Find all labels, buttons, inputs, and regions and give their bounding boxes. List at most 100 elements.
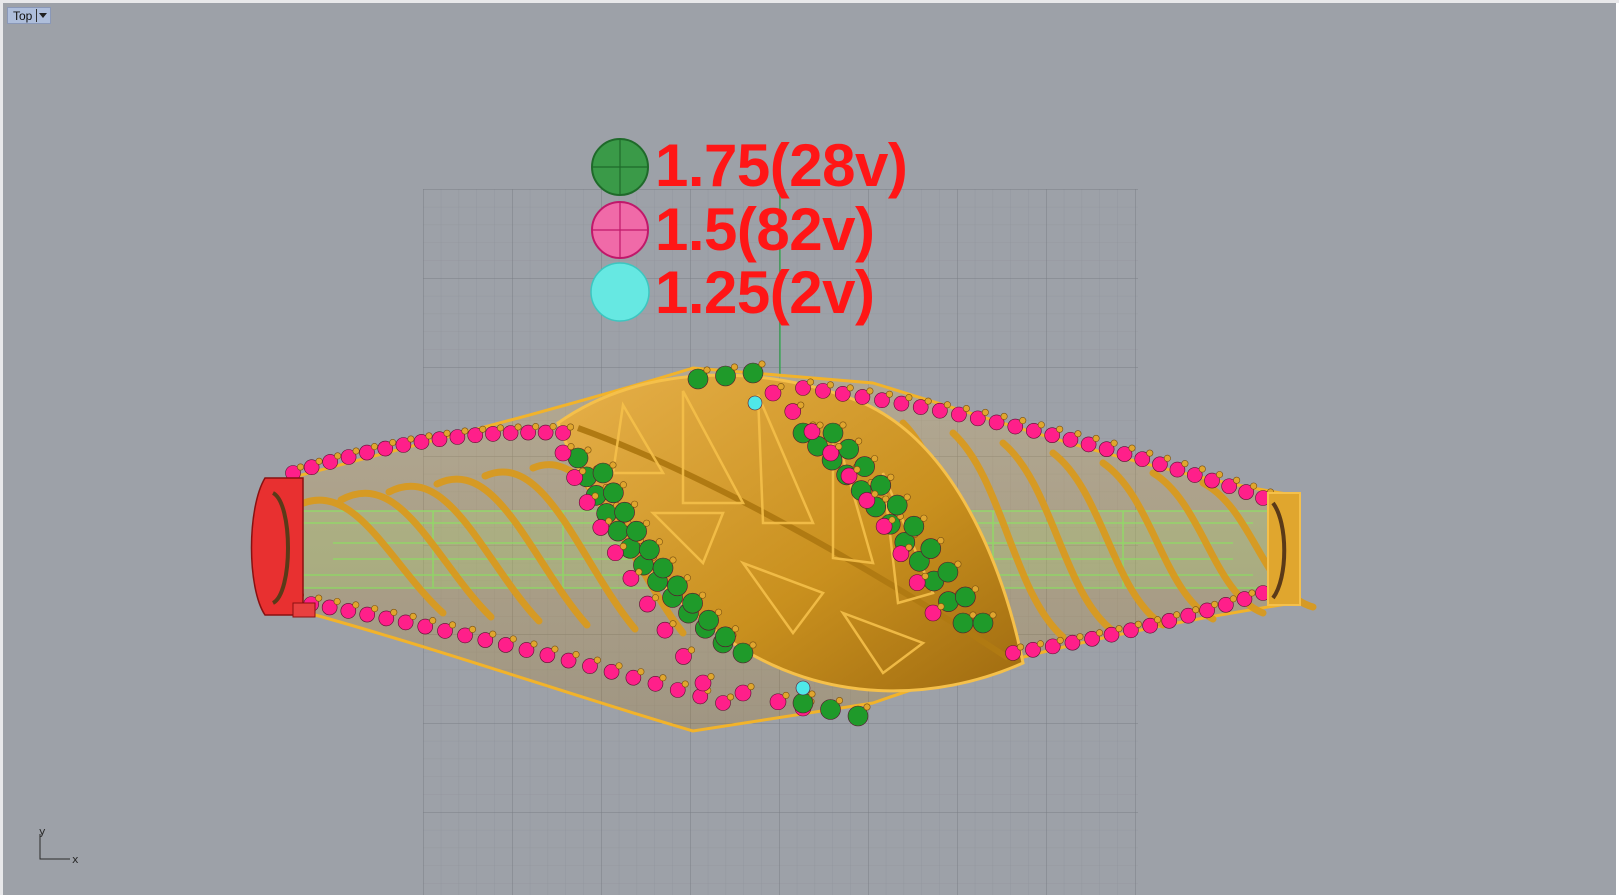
- prong: [584, 446, 592, 454]
- prong: [605, 517, 613, 525]
- prong: [449, 621, 457, 629]
- prong: [593, 656, 601, 664]
- prong: [315, 594, 323, 602]
- prong: [758, 360, 766, 368]
- prong: [334, 452, 342, 460]
- prong: [1216, 471, 1224, 479]
- prong: [1036, 640, 1044, 648]
- prong: [655, 538, 663, 546]
- prong: [885, 390, 893, 398]
- prong: [609, 461, 617, 469]
- prong: [1000, 412, 1008, 420]
- prong: [1037, 421, 1045, 429]
- prong: [1019, 417, 1027, 425]
- prong: [749, 641, 757, 649]
- prong: [389, 439, 397, 447]
- prong: [659, 674, 667, 682]
- prong: [619, 481, 627, 489]
- prong: [699, 591, 707, 599]
- prong: [1076, 633, 1084, 641]
- prong: [905, 543, 913, 551]
- prong: [390, 608, 398, 616]
- prong: [1115, 625, 1123, 633]
- prong: [703, 366, 711, 374]
- prong: [371, 605, 379, 613]
- prong: [352, 447, 360, 455]
- prong: [683, 574, 691, 582]
- chevron-down-icon[interactable]: [39, 13, 48, 18]
- prong: [1198, 465, 1206, 473]
- prong: [954, 560, 962, 568]
- prong: [863, 703, 871, 711]
- prong: [920, 514, 928, 522]
- prong: [924, 397, 932, 405]
- prong: [619, 542, 627, 550]
- prong: [707, 673, 715, 681]
- prong: [871, 490, 879, 498]
- legend-label-medium: 1.5(82v): [655, 196, 875, 263]
- prong: [816, 421, 824, 429]
- prong: [981, 408, 989, 416]
- prong: [777, 383, 785, 391]
- prong: [826, 381, 834, 389]
- prong: [808, 690, 816, 698]
- prong: [1074, 430, 1082, 438]
- axis-label-x: x: [72, 853, 79, 866]
- viewport-top[interactable]: Top 1.75(28v) 1.5(82v) 1.25(2v) y x: [3, 3, 1616, 895]
- prong: [1181, 460, 1189, 468]
- filled-circle-icon: [590, 262, 650, 322]
- prong: [866, 387, 874, 395]
- prong: [461, 427, 469, 435]
- prong: [370, 443, 378, 451]
- prong: [1250, 482, 1258, 490]
- prong: [1248, 589, 1256, 597]
- prong: [566, 423, 574, 431]
- prong: [1154, 616, 1162, 624]
- crosshair-circle-icon: [591, 138, 649, 196]
- prong: [333, 597, 341, 605]
- prong: [407, 435, 415, 443]
- prong: [846, 384, 854, 392]
- prong: [514, 423, 522, 431]
- prong: [296, 463, 304, 471]
- prong: [937, 537, 945, 545]
- prong: [631, 500, 639, 508]
- gem: [747, 395, 763, 411]
- prong: [1134, 620, 1142, 628]
- tab-divider: [36, 9, 38, 22]
- prong: [1056, 636, 1064, 644]
- prong: [315, 457, 323, 465]
- prong: [425, 432, 433, 440]
- prong: [1056, 425, 1064, 433]
- prong: [1211, 600, 1219, 608]
- prong: [443, 429, 451, 437]
- prong: [635, 568, 643, 576]
- prong: [1016, 643, 1024, 651]
- prong: [1110, 439, 1118, 447]
- legend-label-small: 1.25(2v): [655, 259, 875, 326]
- viewport-title-tab[interactable]: Top: [7, 7, 52, 24]
- prong: [797, 401, 805, 409]
- prong: [637, 668, 645, 676]
- prong: [871, 455, 879, 463]
- prong: [1096, 629, 1104, 637]
- prong: [943, 401, 951, 409]
- prong: [479, 425, 487, 433]
- prong: [1092, 434, 1100, 442]
- prong: [572, 651, 580, 659]
- prong: [532, 423, 540, 431]
- legend-icons: [590, 138, 650, 322]
- prong: [669, 620, 677, 628]
- prong: [903, 493, 911, 501]
- prong: [1173, 611, 1181, 619]
- prong: [591, 492, 599, 500]
- prong: [615, 662, 623, 670]
- prong: [429, 617, 437, 625]
- prong: [971, 585, 979, 593]
- prong: [989, 611, 997, 619]
- prong: [835, 443, 843, 451]
- prong: [469, 625, 477, 633]
- prong: [489, 630, 497, 638]
- prong: [496, 424, 504, 432]
- prong: [921, 572, 929, 580]
